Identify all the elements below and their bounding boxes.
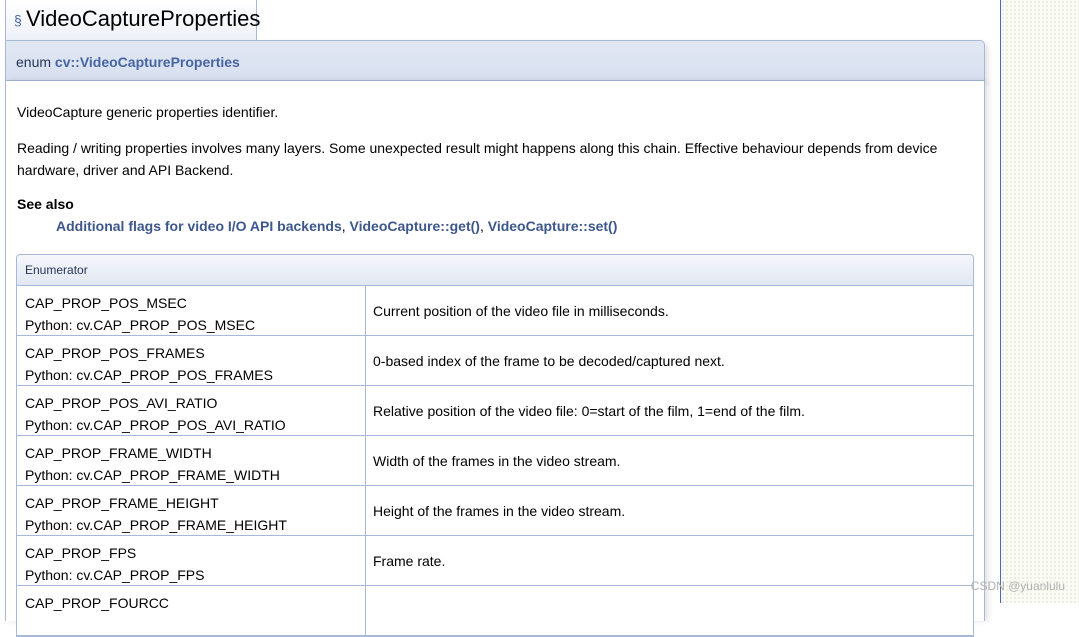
link-separator: , bbox=[341, 218, 350, 234]
member-title-tab: § VideoCaptureProperties bbox=[5, 0, 261, 40]
table-row: CAP_PROP_FOURCC bbox=[17, 586, 973, 636]
enum-name-cell: CAP_PROP_POS_AVI_RATIO Python: cv.CAP_PR… bbox=[17, 386, 366, 435]
table-row: CAP_PROP_POS_FRAMES Python: cv.CAP_PROP_… bbox=[17, 336, 973, 386]
right-side-pattern bbox=[1000, 0, 1079, 603]
enum-name: CAP_PROP_POS_AVI_RATIO bbox=[25, 395, 218, 411]
enum-description: 0-based index of the frame to be decoded… bbox=[373, 352, 725, 369]
permalink-section-icon[interactable]: § bbox=[14, 12, 22, 28]
enum-name: CAP_PROP_FRAME_HEIGHT bbox=[25, 495, 219, 511]
table-row: CAP_PROP_FPS Python: cv.CAP_PROP_FPS Fra… bbox=[17, 536, 973, 586]
see-also-label: See also bbox=[17, 196, 74, 212]
table-row: CAP_PROP_FRAME_HEIGHT Python: cv.CAP_PRO… bbox=[17, 486, 973, 536]
member-prototype: enum cv::VideoCaptureProperties bbox=[5, 40, 985, 81]
enum-name: CAP_PROP_POS_FRAMES bbox=[25, 345, 205, 361]
enum-name-cell: CAP_PROP_FOURCC bbox=[17, 586, 366, 635]
enumerator-table: Enumerator CAP_PROP_POS_MSEC Python: cv.… bbox=[16, 254, 974, 637]
enum-name: CAP_PROP_FPS bbox=[25, 545, 137, 561]
enum-description: Height of the frames in the video stream… bbox=[373, 502, 626, 519]
link-additional-flags[interactable]: Additional flags for video I/O API backe… bbox=[56, 218, 342, 234]
enum-name-cell: CAP_PROP_FPS Python: cv.CAP_PROP_FPS bbox=[17, 536, 366, 585]
enum-python-name: Python: cv.CAP_PROP_POS_FRAMES bbox=[25, 367, 273, 383]
enum-python-name: Python: cv.CAP_PROP_FRAME_WIDTH bbox=[25, 467, 280, 483]
enum-description bbox=[366, 586, 973, 635]
enum-name-cell: CAP_PROP_POS_FRAMES Python: cv.CAP_PROP_… bbox=[17, 336, 366, 385]
enum-name-cell: CAP_PROP_FRAME_HEIGHT Python: cv.CAP_PRO… bbox=[17, 486, 366, 535]
member-title: VideoCaptureProperties bbox=[26, 6, 261, 31]
enumerator-header: Enumerator bbox=[17, 255, 973, 286]
enum-description: Current position of the video file in mi… bbox=[373, 302, 669, 319]
enum-name: CAP_PROP_POS_MSEC bbox=[25, 295, 187, 311]
link-separator: , bbox=[479, 218, 488, 234]
link-videocapture-set[interactable]: VideoCapture::set() bbox=[488, 218, 618, 234]
table-row: CAP_PROP_POS_AVI_RATIO Python: cv.CAP_PR… bbox=[17, 386, 973, 436]
enum-name: CAP_PROP_FOURCC bbox=[25, 595, 169, 611]
link-videocapture-get[interactable]: VideoCapture::get() bbox=[350, 218, 480, 234]
see-also-links: Additional flags for video I/O API backe… bbox=[56, 218, 617, 234]
table-row: CAP_PROP_POS_MSEC Python: cv.CAP_PROP_PO… bbox=[17, 286, 973, 336]
enum-description: Frame rate. bbox=[373, 552, 446, 569]
enum-python-name: Python: cv.CAP_PROP_POS_AVI_RATIO bbox=[25, 417, 286, 433]
table-row: CAP_PROP_FRAME_WIDTH Python: cv.CAP_PROP… bbox=[17, 436, 973, 486]
prototype-prefix: enum bbox=[16, 54, 55, 70]
prototype-name: cv::VideoCaptureProperties bbox=[54, 54, 240, 70]
enum-name: CAP_PROP_FRAME_WIDTH bbox=[25, 445, 212, 461]
prototype-text: enum cv::VideoCaptureProperties bbox=[16, 54, 240, 70]
enum-name-cell: CAP_PROP_POS_MSEC Python: cv.CAP_PROP_PO… bbox=[17, 286, 366, 335]
enum-python-name: Python: cv.CAP_PROP_FRAME_HEIGHT bbox=[25, 517, 287, 533]
watermark: CSDN @yuanlulu bbox=[970, 579, 1065, 593]
enum-name-cell: CAP_PROP_FRAME_WIDTH Python: cv.CAP_PROP… bbox=[17, 436, 366, 485]
doc-brief: VideoCapture generic properties identifi… bbox=[17, 104, 279, 120]
enum-python-name: Python: cv.CAP_PROP_FPS bbox=[25, 567, 205, 583]
enum-description: Relative position of the video file: 0=s… bbox=[373, 402, 805, 419]
enum-python-name: Python: cv.CAP_PROP_POS_MSEC bbox=[25, 317, 256, 333]
doc-details: Reading / writing properties involves ma… bbox=[17, 140, 938, 178]
enum-description: Width of the frames in the video stream. bbox=[373, 452, 621, 469]
